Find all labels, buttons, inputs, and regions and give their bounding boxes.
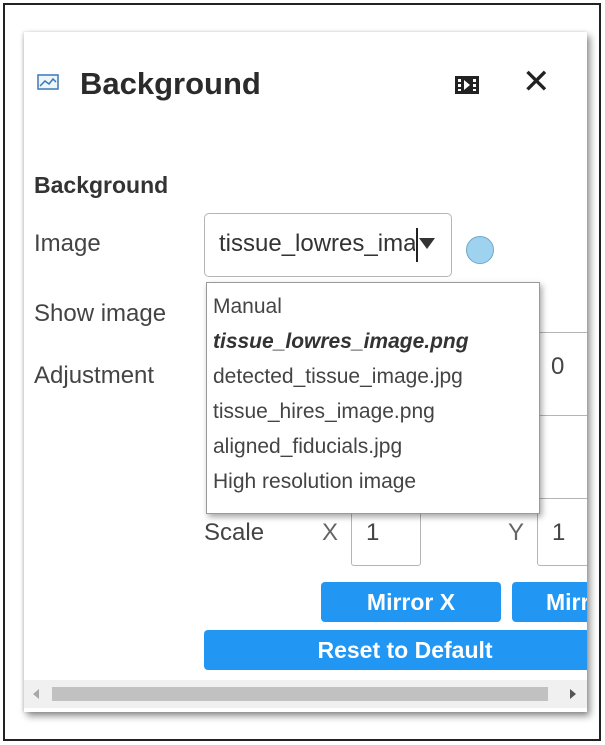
image-select-value: tissue_lowres_image.png: [219, 230, 415, 257]
status-dot: [466, 236, 494, 264]
dropdown-option-manual[interactable]: Manual: [213, 295, 282, 324]
scale-label: Scale: [204, 519, 265, 546]
image-icon: [37, 74, 59, 90]
background-panel: Background ✕ Background Image tissue_low…: [24, 32, 587, 712]
text-cursor: [416, 228, 418, 262]
scale-x-label: X: [322, 519, 339, 546]
scale-x-value: 1: [366, 519, 380, 546]
dock-panel-icon[interactable]: [454, 74, 480, 96]
scroll-thumb[interactable]: [52, 687, 548, 701]
dropdown-option-detected-tissue[interactable]: detected_tissue_image.jpg: [213, 365, 463, 394]
adjustment-value: 0: [551, 353, 565, 380]
show-image-label: Show image: [34, 300, 167, 327]
mirror-x-button[interactable]: Mirror X: [321, 582, 501, 622]
adjustment-label: Adjustment: [34, 362, 155, 389]
mirror-y-button[interactable]: Mirror Y: [512, 582, 587, 622]
scroll-left-icon[interactable]: [33, 689, 39, 699]
dropdown-option-high-resolution[interactable]: High resolution image: [213, 470, 416, 499]
section-heading: Background: [34, 172, 169, 198]
dropdown-option-tissue-hires[interactable]: tissue_hires_image.png: [213, 400, 435, 429]
scale-y-input[interactable]: 1: [537, 498, 587, 566]
scroll-right-icon[interactable]: [570, 689, 576, 699]
dropdown-option-tissue-lowres[interactable]: tissue_lowres_image.png: [213, 330, 469, 359]
panel-title: Background: [80, 66, 261, 101]
scale-y-label: Y: [508, 519, 525, 546]
horizontal-scrollbar[interactable]: [24, 680, 587, 708]
chevron-down-icon: [419, 238, 435, 249]
close-icon[interactable]: ✕: [522, 62, 551, 102]
panel-header: Background ✕: [24, 32, 587, 132]
image-dropdown-list: Manual tissue_lowres_image.png detected_…: [206, 282, 540, 514]
adjustment-input[interactable]: 0: [536, 332, 587, 416]
dropdown-option-aligned-fiducials[interactable]: aligned_fiducials.jpg: [213, 435, 402, 464]
scale-y-value: 1: [552, 519, 566, 546]
image-label: Image: [34, 230, 101, 257]
image-select[interactable]: tissue_lowres_image.png: [204, 213, 452, 277]
reset-to-default-button[interactable]: Reset to Default: [204, 630, 587, 670]
